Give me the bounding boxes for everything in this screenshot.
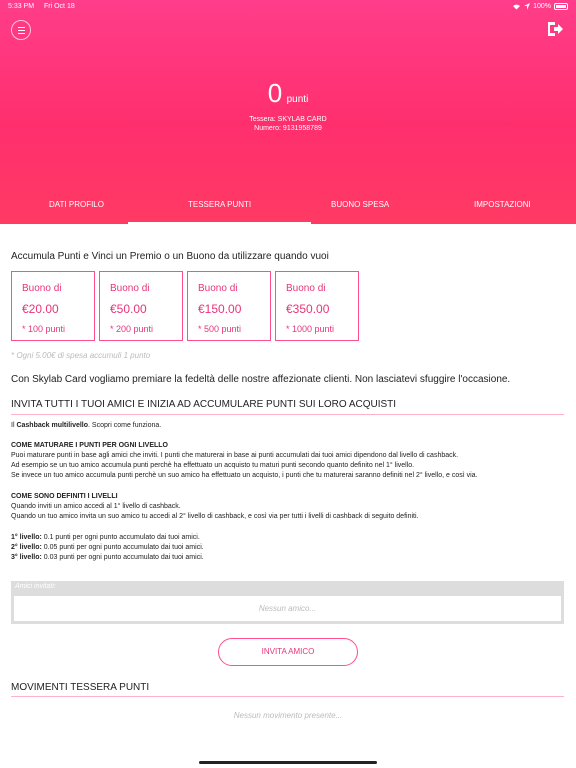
levels-title: COME SONO DEFINITI I LIVELLI: [11, 493, 118, 500]
tab-bar: DATI PROFILO TESSERA PUNTI BUONO SPESA I…: [0, 194, 576, 224]
how-title: COME MATURARE I PUNTI PER OGNI LIVELLO: [11, 442, 168, 449]
wifi-icon: [513, 4, 521, 10]
status-right: 100%: [512, 3, 568, 10]
intro-text: Accumula Punti e Vinci un Premio o un Bu…: [11, 251, 329, 262]
voucher-card[interactable]: Buono di €350.00 * 1000 punti: [275, 271, 359, 341]
divider: [11, 696, 564, 697]
battery-percent: 100%: [533, 3, 551, 10]
points-note: * Ogni 5.00€ di spesa accumuli 1 punto: [11, 351, 151, 360]
level-label: 2° livello:: [11, 544, 42, 551]
level-label: 1° livello:: [11, 534, 42, 541]
voucher-amount: €20.00: [22, 302, 59, 316]
battery-icon: [554, 3, 568, 10]
cashback-bold: Cashback multilivello: [16, 422, 89, 429]
voucher-points: * 1000 punti: [286, 324, 335, 334]
invited-friends-list: Nessun amico...: [14, 596, 561, 621]
points-value: 0: [267, 78, 283, 108]
tab-dati-profilo[interactable]: DATI PROFILO: [49, 200, 104, 209]
tab-tessera-punti[interactable]: TESSERA PUNTI: [127, 200, 312, 224]
movements-section-title: MOVIMENTI TESSERA PUNTI: [11, 682, 150, 693]
status-time: 5:33 PM: [8, 3, 35, 10]
level-text: 0.1 punti per ogni punto accumulato dai …: [41, 534, 200, 541]
logout-icon[interactable]: [546, 20, 564, 38]
voucher-title: Buono di: [22, 283, 62, 294]
how-section: COME MATURARE I PUNTI PER OGNI LIVELLO P…: [11, 441, 564, 481]
points-display: 0 punti: [0, 78, 576, 109]
tab-buono-spesa[interactable]: BUONO SPESA: [331, 200, 389, 209]
home-indicator[interactable]: [199, 761, 377, 764]
points-unit: punti: [286, 94, 309, 105]
voucher-points: * 200 punti: [110, 324, 154, 334]
level-values: 1° livello: 0.1 punti per ogni punto acc…: [11, 533, 564, 563]
card-name: Tessera: SKYLAB CARD: [249, 116, 327, 123]
card-info: Tessera: SKYLAB CARD Numero: 9131958789: [0, 115, 576, 133]
voucher-amount: €350.00: [286, 302, 330, 316]
voucher-title: Buono di: [198, 283, 238, 294]
voucher-points: * 100 punti: [22, 324, 66, 334]
voucher-amount: €50.00: [110, 302, 147, 316]
tab-impostazioni[interactable]: IMPOSTAZIONI: [474, 200, 531, 209]
loyalty-text: Con Skylab Card vogliamo premiare la fed…: [11, 374, 511, 385]
level-value: 1° livello: 0.1 punti per ogni punto acc…: [11, 533, 564, 543]
level-text: 0.05 punti per ogni punto accumulato dai…: [41, 544, 204, 551]
level-label: 3° livello:: [11, 554, 42, 561]
levels-section: COME SONO DEFINITI I LIVELLI Quando invi…: [11, 492, 564, 522]
cashback-intro: Il Cashback multilivello. Scopri come fu…: [11, 421, 564, 431]
level-text: 0.03 punti per ogni punto accumulato dai…: [41, 554, 204, 561]
voucher-title: Buono di: [286, 283, 326, 294]
voucher-card[interactable]: Buono di €50.00 * 200 punti: [99, 271, 183, 341]
level-value: 2° livello: 0.05 punti per ogni punto ac…: [11, 543, 564, 553]
levels-line: Quando inviti un amico accedi al 1° live…: [11, 503, 181, 510]
level-value: 3° livello: 0.03 punti per ogni punto ac…: [11, 553, 564, 563]
voucher-title: Buono di: [110, 283, 150, 294]
card-number: Numero: 9131958789: [254, 125, 322, 132]
menu-button[interactable]: [11, 20, 31, 40]
voucher-card[interactable]: Buono di €20.00 * 100 punti: [11, 271, 95, 341]
how-line: Ad esempio se un tuo amico accumula punt…: [11, 462, 415, 469]
invited-friends-box: Amici invitati: Nessun amico...: [11, 581, 564, 624]
header: 5:33 PM Fri Oct 18 100% 0 punti Tessera:…: [0, 0, 576, 224]
status-date: Fri Oct 18: [44, 3, 75, 10]
invited-friends-label: Amici invitati:: [15, 583, 56, 590]
status-bar: 5:33 PM Fri Oct 18 100%: [8, 3, 568, 15]
location-icon: [524, 3, 531, 10]
divider: [11, 414, 564, 415]
cashback-suffix: . Scopri come funziona.: [88, 422, 162, 429]
voucher-card[interactable]: Buono di €150.00 * 500 punti: [187, 271, 271, 341]
voucher-list: Buono di €20.00 * 100 punti Buono di €50…: [11, 271, 359, 341]
how-line: Puoi maturare punti in base agli amici c…: [11, 452, 459, 459]
levels-line: Quando un tuo amico invita un suo amico …: [11, 513, 419, 520]
voucher-points: * 500 punti: [198, 324, 242, 334]
how-line: Se invece un tuo amico accumula punti pe…: [11, 472, 478, 479]
invite-friend-button[interactable]: INVITA AMICO: [218, 638, 358, 666]
movements-empty: Nessun movimento presente...: [233, 711, 343, 720]
invite-section-title: INVITA TUTTI I TUOI AMICI E INIZIA AD AC…: [11, 399, 397, 410]
voucher-amount: €150.00: [198, 302, 242, 316]
